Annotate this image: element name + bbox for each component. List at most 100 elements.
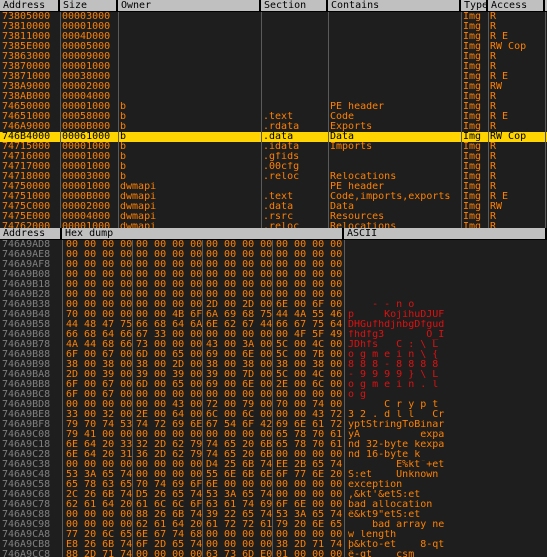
dump-table-row[interactable]: 746A9B48 70 00 00 00 00 00 4B 6F 6A 69 68 7… bbox=[0, 310, 547, 320]
column-divider[interactable] bbox=[461, 12, 462, 228]
dump-table-row[interactable]: 746A9CC8 88 2D 71 74 00 00 00 00 63 73 6D E… bbox=[0, 550, 547, 557]
column-divider[interactable] bbox=[545, 12, 546, 228]
memmap-column-header-size[interactable]: Size bbox=[60, 0, 118, 11]
dump-table-row[interactable]: 746A9BA8 2D 00 39 00 39 00 39 00 39 00 7D 0… bbox=[0, 370, 547, 380]
dump-table-row[interactable]: 746A9AF8 00 00 00 00 00 00 00 00 00 00 00 0… bbox=[0, 260, 547, 270]
memmap-table-row[interactable]: 7387100000038000ImgR ERWE Cop bbox=[0, 72, 547, 82]
memmap-table-row[interactable]: 7471700000001000b.00cfgImgRRWE Cop bbox=[0, 162, 547, 172]
dump-table-row[interactable]: 746A9CA8 77 20 6C 65 6E 67 74 68 00 00 00 0… bbox=[0, 530, 547, 540]
dump-table-row[interactable]: 746A9B98 38 00 38 00 38 00 2D 00 38 00 38 0… bbox=[0, 360, 547, 370]
column-divider[interactable] bbox=[132, 240, 133, 557]
dump-table-row[interactable]: 746A9B78 4A 44 68 66 73 00 00 00 43 00 3A 0… bbox=[0, 340, 547, 350]
memmap-table-row[interactable]: 738A900000002000ImgRWRWE Cop bbox=[0, 82, 547, 92]
column-divider[interactable] bbox=[344, 240, 345, 557]
dump-table-row[interactable]: 746A9C28 6E 64 20 31 36 2D 62 79 74 65 20 6… bbox=[0, 450, 547, 460]
memmap-table-row[interactable]: 7381000000001000ImgRRWE Cop bbox=[0, 22, 547, 32]
dump-table-row[interactable]: 746A9AD8 00 00 00 00 00 00 00 00 00 00 00 0… bbox=[0, 240, 547, 250]
dump-table-row[interactable]: 746A9B18 00 00 00 00 00 00 00 00 00 00 00 0… bbox=[0, 280, 547, 290]
dump-table-row[interactable]: 746A9CB8 E8 26 6B 74 6F 2D 65 74 00 00 00 0… bbox=[0, 540, 547, 550]
dump-table-row[interactable]: 746A9BE8 33 00 32 00 2E 00 64 00 6C 00 6C 0… bbox=[0, 410, 547, 420]
memmap-column-header-contains[interactable]: Contains bbox=[328, 0, 461, 11]
memmap-table-row[interactable]: 7465000000001000bPE headerImgRRWE Cop bbox=[0, 102, 547, 112]
dump-column-header-ascii[interactable]: ASCII bbox=[344, 228, 547, 239]
dump-cell-ascii bbox=[346, 240, 546, 250]
memmap-table-row[interactable]: 7471600000001000b.gfidsImgRRWE Cop bbox=[0, 152, 547, 162]
memmap-cell-access: R bbox=[490, 182, 497, 192]
dump-table-row[interactable]: 746A9C48 53 3A 65 74 00 00 00 00 55 6E 6B 6… bbox=[0, 470, 547, 480]
dump-cell-hex-group: 38 00 38 00 bbox=[276, 360, 343, 370]
dump-table-row[interactable]: 746A9B38 00 00 00 00 00 00 00 00 2D 00 2D 0… bbox=[0, 300, 547, 310]
memmap-table-row[interactable]: 746A90000000B000b.rdataExportsImgRRWE Co… bbox=[0, 122, 547, 132]
dump-table-row[interactable]: 746A9B58 44 48 47 75 66 68 64 6A 6E 62 67 4… bbox=[0, 320, 547, 330]
dump-cell-hex-group: 38 00 38 00 bbox=[206, 360, 273, 370]
memmap-table-row[interactable]: 7387000000001000ImgRRWE Cop bbox=[0, 62, 547, 72]
column-divider[interactable] bbox=[261, 12, 262, 228]
column-divider[interactable] bbox=[62, 240, 63, 557]
dump-cell-hex-group: 63 73 6D E0 bbox=[206, 550, 273, 557]
dump-cell-ascii bbox=[346, 290, 546, 300]
memmap-table-row[interactable]: 7471800000003000b.relocRelocationsImgRRW… bbox=[0, 172, 547, 182]
memmap-cell-address: 74715000 bbox=[2, 142, 51, 152]
dump-cell-ascii: exception bbox=[348, 480, 403, 490]
dump-table-row[interactable]: 746A9BC8 6F 00 67 00 00 00 00 00 00 00 00 0… bbox=[0, 390, 547, 400]
column-divider[interactable] bbox=[272, 240, 273, 557]
dump-table-row[interactable]: 746A9C38 00 00 00 00 00 00 00 00 D4 25 6B 7… bbox=[0, 460, 547, 470]
dump-table-row[interactable]: 746A9BF8 79 70 74 53 74 72 69 6E 67 54 6F 4… bbox=[0, 420, 547, 430]
dump-table-row[interactable]: 746A9C98 00 00 00 00 62 61 64 20 61 72 72 6… bbox=[0, 520, 547, 530]
dump-table-row[interactable]: 746A9C08 79 41 00 00 00 00 00 00 00 00 00 0… bbox=[0, 430, 547, 440]
dump-column-header-hex-dump[interactable]: Hex dump bbox=[62, 228, 344, 239]
memmap-table-row[interactable]: 746B400000061000b.dataDataImgRW CopRWE C… bbox=[0, 132, 547, 142]
memmap-table-row[interactable]: 7471500000001000b.idataImportsImgRRWE Co… bbox=[0, 142, 547, 152]
memmap-column-header-address[interactable]: Address bbox=[0, 0, 60, 11]
memmap-column-header-type[interactable]: Type bbox=[461, 0, 488, 11]
column-divider[interactable] bbox=[488, 12, 489, 228]
dump-table-row[interactable]: 746A9C68 2C 26 6B 74 D5 26 65 74 53 3A 65 7… bbox=[0, 490, 547, 500]
memmap-table-row[interactable]: 7380500000003000ImgRRWE Cop bbox=[0, 12, 547, 22]
dump-cell-hex-group: 00 00 00 00 bbox=[276, 240, 343, 250]
dump-table-row[interactable]: 746A9B28 00 00 00 00 00 00 00 00 00 00 00 0… bbox=[0, 290, 547, 300]
dump-table-row[interactable]: 746A9BB8 6F 00 67 00 6D 00 65 00 69 00 6E 0… bbox=[0, 380, 547, 390]
memmap-column-header-section[interactable]: Section bbox=[261, 0, 328, 11]
dump-cell-hex-group: 00 00 00 00 bbox=[206, 280, 273, 290]
column-divider[interactable] bbox=[202, 240, 203, 557]
memmap-cell-type: Img bbox=[463, 22, 482, 32]
dump-table-row[interactable]: 746A9C18 6E 64 20 33 32 2D 62 79 74 65 20 6… bbox=[0, 440, 547, 450]
dump-cell-hex-group: 00 00 00 00 bbox=[136, 260, 203, 270]
memmap-table-row[interactable]: 738AB00000004000ImgRRWE Cop bbox=[0, 92, 547, 102]
dump-table-row[interactable]: 746A9B68 66 68 64 66 67 33 00 00 00 00 00 0… bbox=[0, 330, 547, 340]
hex-dump-header[interactable]: Address Hex dump ASCII bbox=[0, 228, 547, 240]
memory-map-rows[interactable]: 7380500000003000ImgRRWE Cop7381000000001… bbox=[0, 12, 547, 228]
column-divider[interactable] bbox=[118, 12, 119, 228]
dump-cell-hex-group: 00 00 00 00 bbox=[276, 250, 343, 260]
column-divider[interactable] bbox=[60, 12, 61, 228]
dump-table-row[interactable]: 746A9C58 65 78 63 65 70 74 69 6F 6E 00 00 0… bbox=[0, 480, 547, 490]
dump-cell-hex-group: 61 6C 6C 6F bbox=[136, 500, 203, 510]
memory-map-header[interactable]: Address Size Owner Section Contains Type Acces… bbox=[0, 0, 547, 12]
memmap-cell-contains: Code,imports,exports bbox=[330, 192, 451, 202]
memmap-cell-type: Img bbox=[463, 62, 482, 72]
dump-cell-hex-group: 00 00 00 00 bbox=[136, 470, 203, 480]
memmap-table-row[interactable]: 7475C00000002000dwmapi.dataDataImgRWRWE … bbox=[0, 202, 547, 212]
memmap-column-header-owner[interactable]: Owner bbox=[118, 0, 261, 11]
memmap-table-row[interactable]: 7475000000001000dwmapiPE headerImgRRWE C… bbox=[0, 182, 547, 192]
memmap-column-header-access[interactable]: Access bbox=[488, 0, 545, 11]
dump-cell-hex-group: 73 00 00 00 bbox=[136, 340, 203, 350]
dump-table-row[interactable]: 746A9BD8 00 00 00 00 00 00 43 00 72 00 79 0… bbox=[0, 400, 547, 410]
dump-table-row[interactable]: 746A9AE8 00 00 00 00 00 00 00 00 00 00 00 0… bbox=[0, 250, 547, 260]
dump-table-row[interactable]: 746A9C88 00 00 00 00 88 26 6B 74 39 22 65 7… bbox=[0, 510, 547, 520]
memmap-table-row[interactable]: 7475E000 00004000 dwmapi .rsrc Resources Img R… bbox=[0, 212, 547, 222]
dump-column-header-address[interactable]: Address bbox=[0, 228, 62, 239]
dump-table-row[interactable]: 746A9C78 62 61 64 20 61 6C 6C 6F 63 61 74 6… bbox=[0, 500, 547, 510]
memmap-cell-type: Img bbox=[463, 122, 482, 132]
memmap-table-row[interactable]: 7465100000058000b.textCodeImgR ERWE Cop bbox=[0, 112, 547, 122]
memmap-table-row[interactable]: 74751000 0000B000 dwmapi .text Code,imports,… bbox=[0, 192, 547, 202]
dump-table-row[interactable]: 746A9B88 6F 00 67 00 6D 00 65 00 69 00 6E 0… bbox=[0, 350, 547, 360]
hex-dump-rows[interactable]: 746A9AD8 00 00 00 00 00 00 00 00 00 00 00 0… bbox=[0, 240, 547, 557]
memmap-table-row[interactable]: 7386300000009000ImgRRWE Cop bbox=[0, 52, 547, 62]
column-divider[interactable] bbox=[328, 12, 329, 228]
memmap-table-row[interactable]: 7385E00000005000ImgRW CopRWE Cop bbox=[0, 42, 547, 52]
memmap-table-row[interactable]: 738110000004D000ImgR ERWE Cop bbox=[0, 32, 547, 42]
memmap-cell-owner bbox=[118, 92, 261, 102]
memmap-cell-section bbox=[261, 32, 328, 42]
dump-table-row[interactable]: 746A9B08 00 00 00 00 00 00 00 00 00 00 00 0… bbox=[0, 270, 547, 280]
